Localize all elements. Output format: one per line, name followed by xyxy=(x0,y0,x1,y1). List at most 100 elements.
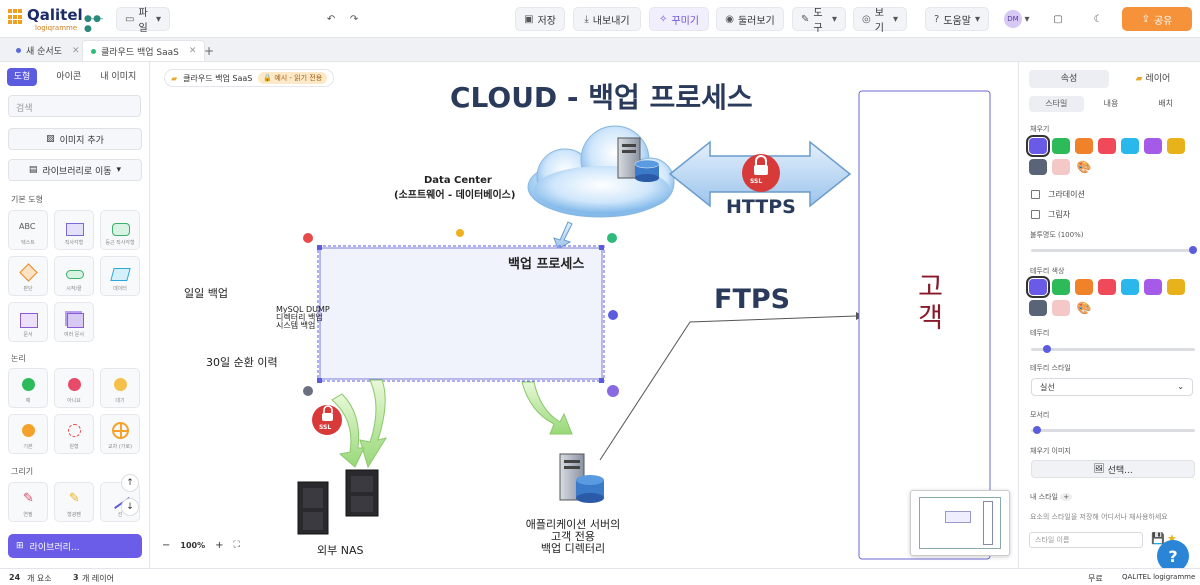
border-width-slider-knob[interactable] xyxy=(1043,345,1051,353)
zoom-in-button[interactable]: + xyxy=(215,540,223,551)
shape-no[interactable]: 아니요 xyxy=(54,368,94,408)
opacity-slider-knob[interactable] xyxy=(1189,246,1197,254)
share-button[interactable]: ⇪ 공유 xyxy=(1122,7,1192,31)
minimap[interactable] xyxy=(910,490,1010,556)
gradient-checkbox[interactable]: 그라데이션 xyxy=(1031,189,1085,200)
radius-slider-knob[interactable] xyxy=(1033,426,1041,434)
shadow-checkbox[interactable]: 그림자 xyxy=(1031,209,1070,220)
new-tab-button[interactable]: + xyxy=(196,40,222,61)
dark-mode-button[interactable]: ☾ xyxy=(1085,7,1111,31)
tool-pencil[interactable]: ✎ 연필 xyxy=(8,482,48,522)
style-name-input[interactable]: 스타일 이름 xyxy=(1029,532,1143,548)
fill-swatch-purple[interactable] xyxy=(1026,135,1050,157)
subtab-style[interactable]: 스타일 xyxy=(1029,96,1084,112)
border-swatch-green[interactable] xyxy=(1052,279,1070,295)
library-tabs: 도형 아이콘 내 이미지 xyxy=(7,68,143,86)
add-style-icon[interactable]: + xyxy=(1060,493,1073,501)
customer-label: 고객 xyxy=(912,272,943,334)
border-swatch-orange[interactable] xyxy=(1075,279,1093,295)
tab-dot-icon xyxy=(91,48,96,54)
shape-basic[interactable]: 기본 xyxy=(8,414,48,454)
scroll-down-button[interactable]: ↓ xyxy=(121,498,139,516)
chevron-down-icon: ▾ xyxy=(155,13,161,25)
tool-highlighter[interactable]: ✎ 형광펜 xyxy=(54,482,94,522)
fit-screen-icon[interactable]: ⛶ xyxy=(234,540,240,550)
avatar-chevron-icon[interactable]: ▾ xyxy=(1020,7,1034,31)
palette-icon[interactable]: 🎨 xyxy=(1075,300,1093,316)
diagram-title: CLOUD - 백업 프로세스 xyxy=(450,81,753,114)
beautify-button[interactable]: ✧ 꾸미기 xyxy=(649,7,709,31)
shape-start-end[interactable]: 시작/끝 xyxy=(54,256,94,296)
library-browser-button[interactable]: ⊞ 라이브러리... xyxy=(8,534,142,558)
border-swatch-pink[interactable] xyxy=(1052,300,1070,316)
border-swatch-blue[interactable] xyxy=(1121,279,1139,295)
fill-swatch-pink[interactable] xyxy=(1052,159,1070,175)
tab-layers[interactable]: ▰ 레이어 xyxy=(1113,70,1193,88)
add-image-button[interactable]: ▨ 이미지 추가 xyxy=(8,128,142,150)
shape-search-input[interactable]: 검색 xyxy=(8,95,141,117)
radius-slider[interactable] xyxy=(1031,426,1195,434)
shape-document[interactable]: 문서 xyxy=(8,302,48,342)
tab-properties[interactable]: 속성 xyxy=(1029,70,1109,88)
fill-swatch-orange[interactable] xyxy=(1075,138,1093,154)
fill-swatch-yellow[interactable] xyxy=(1167,138,1185,154)
zoom-out-button[interactable]: − xyxy=(162,540,170,551)
logo-name: Qalitel xyxy=(27,6,83,24)
shape-data[interactable]: 데이터 xyxy=(100,256,140,296)
subtab-layout[interactable]: 배치 xyxy=(1138,96,1193,112)
parallelogram-icon xyxy=(110,268,131,281)
scroll-up-button[interactable]: ↑ xyxy=(121,474,139,492)
shape-multi-document[interactable]: 여러 문서 xyxy=(54,302,94,342)
subtab-content[interactable]: 내용 xyxy=(1084,96,1139,112)
tab-my-images[interactable]: 내 이미지 xyxy=(94,68,144,86)
tab-shapes[interactable]: 도형 xyxy=(7,68,37,86)
shape-decision[interactable]: 판단 xyxy=(8,256,48,296)
export-button[interactable]: ⤓ 내보내기 xyxy=(573,7,641,31)
shape-rectangle[interactable]: 직사각형 xyxy=(54,210,94,250)
go-to-library-button[interactable]: ▤ 라이브러리로 이동 ▾ xyxy=(8,159,142,181)
shape-rounded-rectangle[interactable]: 둥근 직사각형 xyxy=(100,210,140,250)
rotation-label: 30일 순환 이력 xyxy=(206,356,278,369)
fill-swatch-slate[interactable] xyxy=(1029,159,1047,175)
element-count-label: 개 요소 xyxy=(27,574,52,583)
tools-menu-button[interactable]: ✎ 도구 ▾ xyxy=(792,7,846,34)
border-swatch-yellow[interactable] xyxy=(1167,279,1185,295)
select-image-button[interactable]: 🖼 선택... xyxy=(1031,460,1195,478)
tab-icons[interactable]: 아이콘 xyxy=(44,68,94,86)
tab-cloud-backup[interactable]: 클라우드 백업 SaaS ✕ xyxy=(82,40,206,61)
shape-cross[interactable]: 교차 (가로) xyxy=(100,414,140,454)
redo-button[interactable]: ↷ xyxy=(343,7,365,31)
circle-outline-icon xyxy=(68,424,81,437)
shape-wait[interactable]: 대기 xyxy=(100,368,140,408)
border-style-select[interactable]: 실선 ⌄ xyxy=(1031,378,1193,396)
fill-swatch-violet[interactable] xyxy=(1144,138,1162,154)
folder-icon: ▰ xyxy=(1135,74,1143,84)
app-logo[interactable]: Qalitel logiqramme ●-●-● xyxy=(8,6,108,34)
present-button[interactable]: ▢ xyxy=(1045,7,1071,31)
border-swatch-purple[interactable] xyxy=(1026,276,1050,298)
fill-swatch-green[interactable] xyxy=(1052,138,1070,154)
border-width-slider[interactable] xyxy=(1031,345,1195,353)
rounded-rectangle-icon xyxy=(112,223,130,236)
opacity-slider[interactable] xyxy=(1031,246,1197,254)
close-icon[interactable]: ✕ xyxy=(72,46,80,56)
shape-yes[interactable]: 예 xyxy=(8,368,48,408)
shape-text[interactable]: ABC 텍스트 xyxy=(8,210,48,250)
shape-circle[interactable]: 원형 xyxy=(54,414,94,454)
border-swatch-red[interactable] xyxy=(1098,279,1116,295)
tour-button[interactable]: ◉ 둘러보기 xyxy=(716,7,784,31)
save-button[interactable]: ▣ 저장 xyxy=(515,7,565,31)
cloud-to-process-arrow xyxy=(553,221,573,250)
element-count: 24 xyxy=(9,573,21,582)
diagram-canvas[interactable]: ▰ 클라우드 백업 SaaS 🔒 예시 - 읽기 전용 CLOUD - 백업 프… xyxy=(150,62,1018,568)
help-menu-button[interactable]: ? 도움말 ▾ xyxy=(925,7,989,31)
border-swatch-slate[interactable] xyxy=(1029,300,1047,316)
border-swatch-violet[interactable] xyxy=(1144,279,1162,295)
palette-icon[interactable]: 🎨 xyxy=(1075,159,1093,175)
fill-swatch-blue[interactable] xyxy=(1121,138,1139,154)
undo-button[interactable]: ↶ xyxy=(320,7,342,31)
fill-swatch-red[interactable] xyxy=(1098,138,1116,154)
file-menu-button[interactable]: ▭ 파일 ▾ xyxy=(116,7,170,34)
view-menu-button[interactable]: ◎ 보기 ▾ xyxy=(853,7,907,34)
tab-new-flowchart[interactable]: 새 순서도 ✕ xyxy=(8,40,88,61)
